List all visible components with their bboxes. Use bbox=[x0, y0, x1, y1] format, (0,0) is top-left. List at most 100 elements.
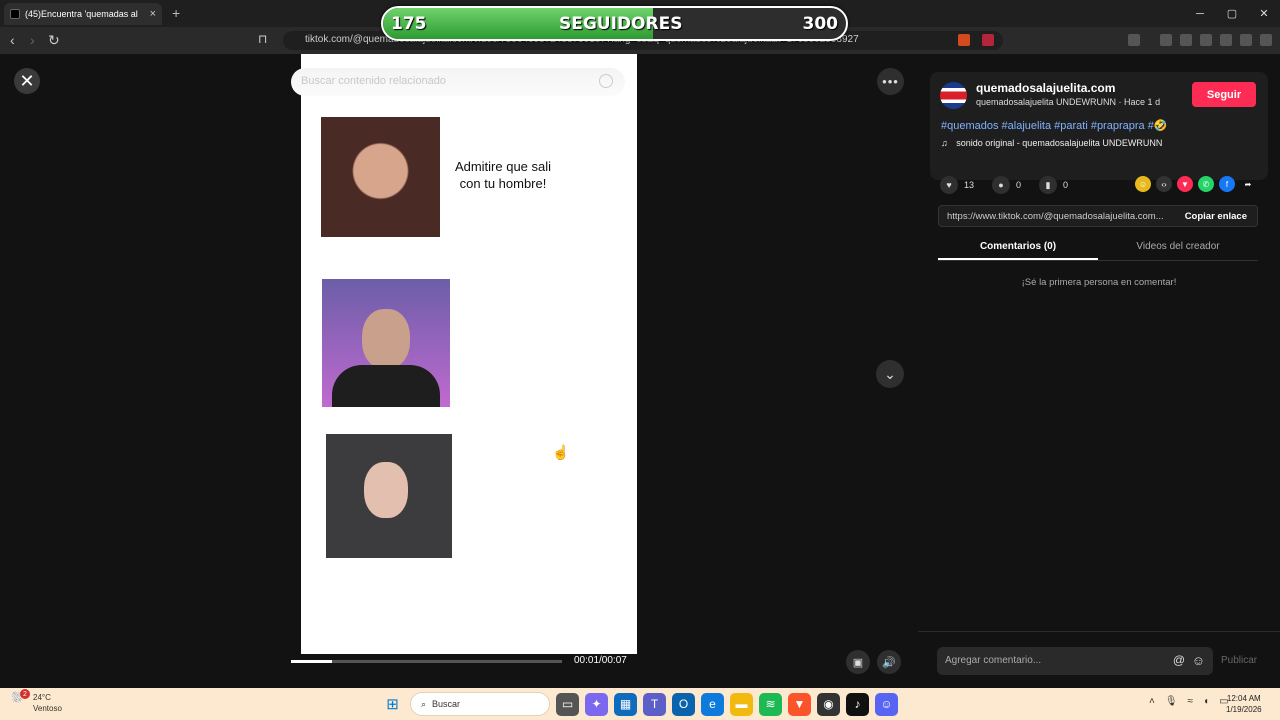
file-explorer-icon[interactable]: ▬ bbox=[730, 692, 753, 716]
share-icons: ☺ ‹› ▼ ✆ f ➦ bbox=[1135, 176, 1256, 192]
video-progress-played bbox=[291, 660, 332, 663]
follower-current: 175 bbox=[391, 14, 427, 34]
music-note-icon: ♫ bbox=[941, 138, 948, 148]
taskbar-search[interactable]: ⌕ Buscar bbox=[410, 692, 550, 716]
window-close-button[interactable]: ✕ bbox=[1248, 0, 1280, 27]
save-count: 0 bbox=[1063, 180, 1069, 190]
window-controls: ─ ▢ ✕ bbox=[1184, 0, 1280, 27]
friends-share-icon[interactable]: ☺ bbox=[1135, 176, 1151, 192]
brave-shield-icon[interactable] bbox=[958, 34, 970, 46]
video-progress-bar[interactable] bbox=[291, 660, 562, 663]
next-video-chevron-down-icon[interactable]: ⌄ bbox=[876, 360, 904, 388]
video-time: 00:01/00:07 bbox=[574, 655, 627, 666]
speaker-icon[interactable]: ◖ bbox=[1203, 696, 1209, 707]
follower-goal-overlay: 175 SEGUIDORES 300 bbox=[381, 6, 848, 41]
photo-woman-1 bbox=[321, 117, 440, 237]
avatar[interactable] bbox=[940, 82, 967, 109]
task-view-icon[interactable]: ▭ bbox=[556, 692, 579, 716]
bookmark-icon[interactable]: ⊓ bbox=[258, 32, 267, 46]
minimize-button[interactable]: ─ bbox=[1184, 0, 1216, 27]
embed-code-icon[interactable]: ‹› bbox=[1156, 176, 1172, 192]
screenshot-icon[interactable] bbox=[1128, 34, 1140, 46]
store-icon[interactable]: ▦ bbox=[614, 692, 637, 716]
photo-man-glasses bbox=[322, 279, 450, 407]
windows-start-icon[interactable]: ⊞ bbox=[381, 693, 404, 716]
follower-label: SEGUIDORES bbox=[559, 14, 683, 34]
action-row: ♥ 13 ● 0 ▮ 0 bbox=[940, 176, 1068, 194]
forward-arrow-icon[interactable]: › bbox=[30, 32, 35, 48]
mention-at-icon[interactable]: @ bbox=[1173, 653, 1185, 667]
clock-date: 1/19/2026 bbox=[1226, 705, 1262, 714]
brave-icon[interactable]: ▼ bbox=[788, 692, 811, 716]
back-arrow-icon[interactable]: ‹ bbox=[10, 32, 15, 48]
like-heart-icon[interactable]: ♥ bbox=[940, 176, 958, 194]
volume-icon[interactable]: 🔊 bbox=[877, 650, 901, 674]
spotify-icon[interactable]: ≋ bbox=[759, 692, 782, 716]
follow-button[interactable]: Seguir bbox=[1192, 82, 1256, 107]
whatsapp-icon[interactable]: ✆ bbox=[1198, 176, 1214, 192]
wallet-icon[interactable] bbox=[1200, 34, 1212, 46]
photo-face bbox=[362, 309, 410, 369]
username[interactable]: quemadosalajuelita.com bbox=[976, 81, 1115, 95]
tiktok-favicon-icon bbox=[10, 9, 20, 19]
tab-creator-videos[interactable]: Videos del creador bbox=[1098, 241, 1258, 252]
weather-widget[interactable]: ⛆ 2 24°C Ventoso bbox=[12, 689, 62, 714]
miniplayer-icon[interactable]: ▣ bbox=[846, 650, 870, 674]
microphone-icon[interactable]: 🎙 bbox=[1165, 696, 1178, 707]
edge-icon[interactable]: e bbox=[701, 692, 724, 716]
outlook-icon[interactable]: O bbox=[672, 692, 695, 716]
video-player[interactable]: Buscar contenido relacionado Admitire qu… bbox=[291, 54, 637, 654]
related-search-placeholder: Buscar contenido relacionado bbox=[301, 75, 446, 87]
weather-icon: ⛆ 2 bbox=[12, 689, 30, 708]
wifi-icon[interactable]: ≈ bbox=[1188, 696, 1194, 707]
system-tray: ˄ 🎙 ≈ ◖ ▭ bbox=[1149, 696, 1229, 707]
video-caption: Admitire que sali con tu hombre! bbox=[454, 159, 552, 191]
discord-icon[interactable]: ☺ bbox=[875, 692, 898, 716]
search-icon[interactable] bbox=[599, 74, 613, 88]
tray-chevron-up-icon[interactable]: ˄ bbox=[1149, 696, 1155, 707]
menu-icon[interactable] bbox=[1260, 34, 1272, 46]
user-subtitle: quemadosalajuelita UNDEWRUNN · Hace 1 d bbox=[976, 97, 1161, 107]
reload-icon[interactable]: ↻ bbox=[48, 32, 60, 49]
comment-icon[interactable]: ● bbox=[992, 176, 1011, 194]
tab-comments[interactable]: Comentarios (0) bbox=[938, 241, 1098, 260]
taskbar-clock[interactable]: 12:04 AM 1/19/2026 bbox=[1226, 693, 1262, 715]
hashtags[interactable]: #quemados #alajuelita #parati #prapraprа… bbox=[941, 119, 1168, 132]
maximize-button[interactable]: ▢ bbox=[1216, 0, 1248, 27]
photo-woman-2 bbox=[326, 434, 452, 558]
tab-close-icon[interactable]: × bbox=[150, 8, 156, 20]
obs-icon[interactable]: ◉ bbox=[817, 692, 840, 716]
copy-link-button[interactable]: Copiar enlace bbox=[1185, 211, 1247, 222]
comment-count: 0 bbox=[1016, 180, 1022, 190]
sidebar-icon[interactable] bbox=[1180, 34, 1192, 46]
taskbar-search-label: Buscar bbox=[432, 699, 461, 709]
tiktok-icon[interactable]: ♪ bbox=[846, 692, 869, 716]
media-icon[interactable] bbox=[1160, 34, 1172, 46]
share-arrow-icon[interactable]: ➦ bbox=[1240, 176, 1256, 192]
panel-tabs: Comentarios (0) Videos del creador bbox=[938, 234, 1258, 261]
like-count: 13 bbox=[964, 180, 975, 190]
facebook-icon[interactable]: f bbox=[1219, 176, 1235, 192]
photo-face bbox=[364, 462, 408, 518]
copilot-icon[interactable]: ✦ bbox=[585, 692, 608, 716]
browser-tab[interactable]: (45)Encuentra 'quemadas al × bbox=[4, 3, 162, 25]
hand-cursor-icon: ☝ bbox=[552, 444, 570, 460]
close-video-button[interactable]: ✕ bbox=[14, 68, 40, 94]
teams-icon[interactable]: T bbox=[643, 692, 666, 716]
more-options-icon[interactable]: ••• bbox=[877, 68, 904, 95]
emoji-icon[interactable]: ☺ bbox=[1192, 653, 1205, 668]
related-search-input[interactable]: Buscar contenido relacionado bbox=[291, 68, 625, 96]
weather-badge: 2 bbox=[20, 689, 30, 699]
video-stage: ✕ ••• ⌄ Buscar contenido relacionado Adm… bbox=[0, 54, 918, 688]
brave-rewards-icon[interactable] bbox=[982, 34, 994, 46]
clock-time: 12:04 AM bbox=[1226, 694, 1261, 703]
leo-ai-icon[interactable] bbox=[1220, 34, 1232, 46]
post-info-card: quemadosalajuelita.com quemadosalajuelit… bbox=[930, 72, 1268, 180]
new-tab-button[interactable]: + bbox=[172, 5, 180, 21]
send-icon[interactable]: ▼ bbox=[1177, 176, 1193, 192]
publish-button[interactable]: Publicar bbox=[1221, 655, 1257, 666]
bookmark-save-icon[interactable]: ▮ bbox=[1039, 176, 1058, 194]
vpn-icon[interactable] bbox=[1240, 34, 1252, 46]
sound-row[interactable]: ♫ sonido original - quemadosalajuelita U… bbox=[941, 138, 1162, 148]
comment-input[interactable]: Agregar comentario... @ ☺ bbox=[937, 647, 1213, 675]
